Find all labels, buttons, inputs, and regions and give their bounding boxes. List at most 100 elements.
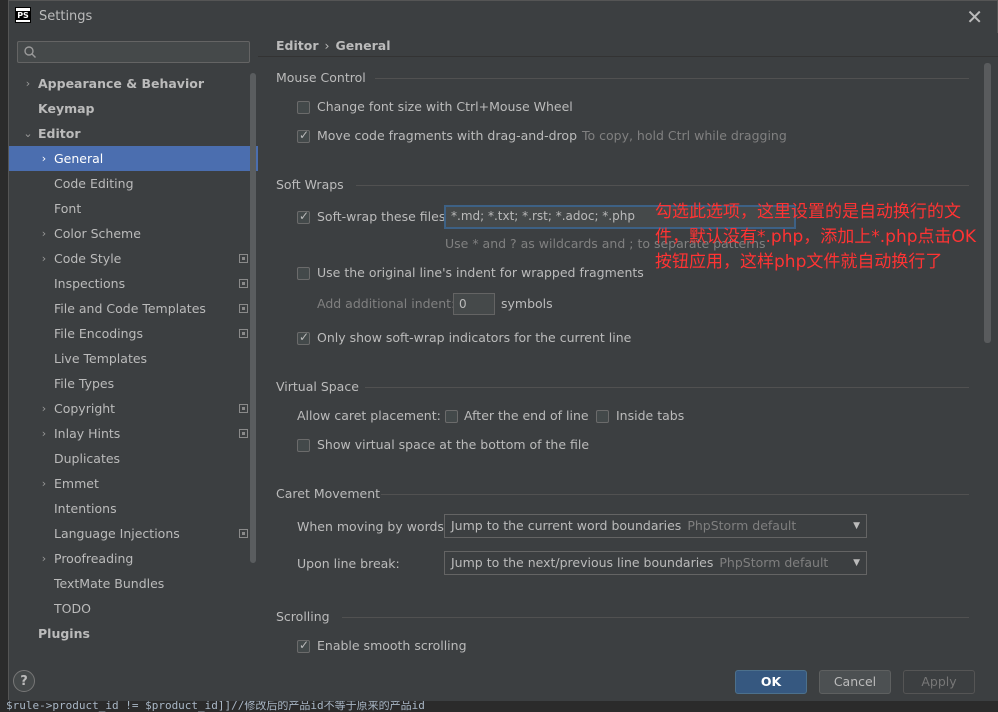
- settings-content: Editor › General Mouse Control Change font…: [258, 33, 998, 658]
- moving-by-words-label: When moving by words:: [297, 519, 449, 534]
- section-divider: [381, 494, 969, 495]
- sidebar-item-appearance-behavior[interactable]: › Appearance & Behavior: [9, 71, 258, 96]
- project-settings-icon: [239, 429, 248, 438]
- ok-button[interactable]: OK: [735, 670, 807, 694]
- sidebar-item-plugins[interactable]: Plugins: [9, 621, 258, 646]
- additional-indent-label: Add additional indent:: [317, 296, 456, 311]
- change-font-size-checkbox[interactable]: [297, 101, 310, 114]
- chevron-right-icon[interactable]: ›: [23, 71, 33, 96]
- settings-search-input[interactable]: [17, 41, 250, 63]
- soft-wrap-files-checkbox[interactable]: [297, 209, 310, 224]
- sidebar-item-label: Inlay Hints: [54, 426, 121, 441]
- sidebar-item-proofreading[interactable]: › Proofreading: [9, 546, 258, 571]
- original-indent-checkbox[interactable]: [297, 267, 310, 280]
- background-editor-strip: [0, 0, 8, 712]
- sidebar-item-intentions[interactable]: Intentions: [9, 496, 258, 521]
- inside-tabs-checkbox[interactable]: [596, 410, 609, 423]
- sidebar-item-file-and-code-templates[interactable]: File and Code Templates: [9, 296, 258, 321]
- help-button[interactable]: ?: [13, 670, 35, 692]
- only-current-line-label[interactable]: Only show soft-wrap indicators for the c…: [317, 330, 631, 345]
- section-divider: [342, 617, 969, 618]
- sidebar-item-label: Keymap: [38, 101, 95, 116]
- additional-indent-unit: symbols: [501, 296, 553, 311]
- sidebar-item-emmet[interactable]: › Emmet: [9, 471, 258, 496]
- sidebar-item-label: Code Editing: [54, 176, 134, 191]
- phpstorm-app-icon: PS: [15, 7, 31, 23]
- close-icon[interactable]: ✕: [966, 5, 983, 29]
- breadcrumb-parent[interactable]: Editor: [276, 38, 319, 53]
- sidebar-item-duplicates[interactable]: Duplicates: [9, 446, 258, 471]
- move-code-fragments-checkbox[interactable]: [297, 128, 310, 143]
- section-divider: [356, 185, 969, 186]
- search-icon: [24, 46, 36, 58]
- sidebar-item-color-scheme[interactable]: › Color Scheme: [9, 221, 258, 246]
- dialog-footer: OK Cancel Apply: [9, 658, 998, 701]
- settings-dialog: PS Settings ✕ › Appearance & Behavior Keym…: [8, 0, 998, 701]
- smooth-scrolling-label[interactable]: Enable smooth scrolling: [317, 638, 467, 653]
- sidebar-item-keymap[interactable]: Keymap: [9, 96, 258, 121]
- section-title-soft-wraps: Soft Wraps: [276, 177, 344, 192]
- sidebar-item-code-editing[interactable]: Code Editing: [9, 171, 258, 196]
- sidebar-item-todo[interactable]: TODO: [9, 596, 258, 621]
- section-title-mouse-control: Mouse Control: [276, 70, 366, 85]
- change-font-size-label[interactable]: Change font size with Ctrl+Mouse Wheel: [317, 99, 573, 114]
- sidebar-item-label: Language Injections: [54, 526, 180, 541]
- sidebar-item-language-injections[interactable]: Language Injections: [9, 521, 258, 546]
- sidebar-item-copyright[interactable]: › Copyright: [9, 396, 258, 421]
- chevron-right-icon[interactable]: ›: [23, 646, 33, 647]
- chevron-right-icon[interactable]: ›: [39, 396, 49, 421]
- chevron-down-icon: ▼: [853, 558, 860, 568]
- sidebar-item-editor[interactable]: ⌄ Editor: [9, 121, 258, 146]
- section-title-virtual-space: Virtual Space: [276, 379, 359, 394]
- sidebar-item-general[interactable]: › General: [9, 146, 258, 171]
- soft-wrap-files-label[interactable]: Soft-wrap these files:: [317, 209, 450, 224]
- chevron-right-icon[interactable]: ›: [39, 546, 49, 571]
- sidebar-item-file-encodings[interactable]: File Encodings: [9, 321, 258, 346]
- sidebar-item-code-style[interactable]: › Code Style: [9, 246, 258, 271]
- sidebar-item-label: Live Templates: [54, 351, 148, 366]
- chevron-right-icon[interactable]: ›: [39, 146, 49, 171]
- sidebar-item-file-types[interactable]: File Types: [9, 371, 258, 396]
- sidebar-item-label: Plugins: [38, 626, 90, 641]
- chevron-down-icon[interactable]: ⌄: [23, 121, 33, 146]
- apply-button[interactable]: Apply: [903, 670, 975, 694]
- section-divider: [375, 78, 969, 79]
- moving-by-words-default: PhpStorm default: [687, 518, 797, 533]
- virtual-space-bottom-checkbox[interactable]: [297, 439, 310, 452]
- sidebar-item-label: Inspections: [54, 276, 126, 291]
- line-break-dropdown[interactable]: Jump to the next/previous line boundarie…: [444, 551, 867, 575]
- sidebar-item-font[interactable]: Font: [9, 196, 258, 221]
- chevron-right-icon[interactable]: ›: [39, 421, 49, 446]
- sidebar-scrollbar[interactable]: [250, 73, 256, 563]
- after-end-of-line-checkbox[interactable]: [445, 410, 458, 423]
- title-bar: PS Settings ✕: [9, 1, 997, 33]
- original-indent-label[interactable]: Use the original line's indent for wrapp…: [317, 265, 644, 280]
- additional-indent-input[interactable]: 0: [453, 293, 495, 315]
- virtual-space-bottom-label[interactable]: Show virtual space at the bottom of the …: [317, 437, 589, 452]
- breadcrumb: Editor › General: [276, 38, 391, 53]
- section-divider: [365, 387, 969, 388]
- sidebar-item-live-templates[interactable]: Live Templates: [9, 346, 258, 371]
- move-code-hint: To copy, hold Ctrl while dragging: [582, 128, 787, 143]
- moving-by-words-dropdown[interactable]: Jump to the current word boundaries PhpSt…: [444, 514, 867, 538]
- after-end-of-line-label[interactable]: After the end of line: [464, 408, 589, 423]
- sidebar-item-label: Proofreading: [54, 551, 134, 566]
- chevron-right-icon[interactable]: ›: [39, 246, 49, 271]
- sidebar-item-label: TODO: [54, 601, 91, 616]
- chevron-right-icon[interactable]: ›: [39, 221, 49, 246]
- only-current-line-checkbox[interactable]: [297, 330, 310, 345]
- sidebar-item-textmate-bundles[interactable]: TextMate Bundles: [9, 571, 258, 596]
- sidebar-item-inlay-hints[interactable]: › Inlay Hints: [9, 421, 258, 446]
- chevron-right-icon[interactable]: ›: [39, 471, 49, 496]
- sidebar-item-label: File Types: [54, 376, 115, 391]
- smooth-scrolling-checkbox[interactable]: [297, 638, 310, 653]
- project-settings-icon: [239, 329, 248, 338]
- section-title-scrolling: Scrolling: [276, 609, 330, 624]
- move-code-fragments-label[interactable]: Move code fragments with drag-and-drop: [317, 128, 577, 143]
- sidebar-item-version-control[interactable]: › Version Control: [9, 646, 258, 647]
- sidebar-item-label: File and Code Templates: [54, 301, 206, 316]
- inside-tabs-label[interactable]: Inside tabs: [616, 408, 684, 423]
- cancel-button[interactable]: Cancel: [819, 670, 891, 694]
- sidebar-item-inspections[interactable]: Inspections: [9, 271, 258, 296]
- breadcrumb-current: General: [335, 38, 391, 53]
